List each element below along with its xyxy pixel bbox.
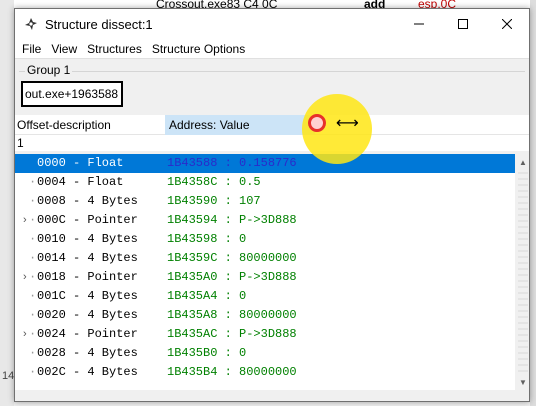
title-bar[interactable]: Structure dissect:1 (15, 9, 529, 39)
menu-view[interactable]: View (46, 39, 82, 59)
row-description: 0020 - 4 Bytes (37, 308, 138, 322)
structure-name-row[interactable]: 1 (15, 135, 529, 151)
resize-cursor-icon: ⟷ (336, 113, 359, 132)
structure-row[interactable]: · 002C - 4 Bytes 1B435B4 : 80000000 (15, 363, 515, 382)
close-button[interactable] (485, 9, 529, 39)
header-offset-description[interactable]: Offset-description (17, 118, 111, 132)
tree-connector: · (29, 289, 37, 303)
structure-row[interactable]: · 0010 - 4 Bytes 1B43598 : 0 (15, 230, 515, 249)
background-right-panel (530, 0, 536, 406)
row-description: 0008 - 4 Bytes (37, 194, 138, 208)
tree-connector: · (29, 232, 37, 246)
structure-dissect-window: Structure dissect:1 File View Structures… (14, 8, 530, 402)
maximize-icon (458, 19, 468, 29)
row-value: 1B43590 : 107 (167, 194, 261, 208)
minimize-icon (414, 23, 424, 25)
tree-connector: · (29, 175, 37, 189)
row-description: 0028 - 4 Bytes (37, 346, 138, 360)
structure-row[interactable]: 0000 - Float 1B43588 : 0.158776 (15, 154, 515, 173)
menu-file[interactable]: File (17, 39, 46, 59)
background-left-panel: 14 (0, 0, 14, 406)
row-description: 0024 - Pointer (37, 327, 138, 341)
structure-row[interactable]: · 0008 - 4 Bytes 1B43590 : 107 (15, 192, 515, 211)
row-value: 1B435B4 : 80000000 (167, 365, 297, 379)
expand-chevron-icon[interactable]: › (23, 325, 33, 344)
row-value: 1B435B0 : 0 (167, 346, 247, 360)
group-panel: Group 1 out.exe+1963588 (15, 59, 529, 115)
row-description: 0004 - Float (37, 175, 124, 189)
row-value: 1B435A8 : 80000000 (167, 308, 297, 322)
row-description: 000C - Pointer (37, 213, 138, 227)
tree-connector: · (29, 194, 37, 208)
row-value: 1B4358C : 0.5 (167, 175, 261, 189)
column-header: Offset-description Address: Value (15, 115, 529, 135)
row-description: 002C - 4 Bytes (37, 365, 138, 379)
tree-connector: · (29, 346, 37, 360)
vertical-scrollbar[interactable]: ▲ ▼ (515, 154, 529, 390)
group-label: Group 1 (25, 63, 73, 77)
scroll-down-icon[interactable]: ▼ (515, 374, 529, 390)
structure-row[interactable]: · 0004 - Float 1B4358C : 0.5 (15, 173, 515, 192)
cheat-engine-icon (23, 16, 39, 32)
row-value: 1B43594 : P->3D888 (167, 213, 297, 227)
row-value: 1B43588 : 0.158776 (167, 156, 297, 170)
menu-structure-options[interactable]: Structure Options (147, 39, 250, 59)
structure-row[interactable]: · 0014 - 4 Bytes 1B4359C : 80000000 (15, 249, 515, 268)
menu-bar: File View Structures Structure Options (15, 39, 529, 59)
expand-chevron-icon[interactable]: › (23, 211, 33, 230)
tree-connector: · (29, 308, 37, 322)
scroll-up-icon[interactable]: ▲ (515, 154, 529, 170)
structure-tree[interactable]: 0000 - Float 1B43588 : 0.158776 · 0004 - Fl… (15, 154, 515, 390)
close-icon (502, 19, 512, 29)
structure-row[interactable]: · › 0024 - Pointer 1B435AC : P->3D888 (15, 325, 515, 344)
row-value: 1B435AC : P->3D888 (167, 327, 297, 341)
row-description: 0014 - 4 Bytes (37, 251, 138, 265)
scroll-track[interactable] (518, 172, 528, 372)
row-description: 0010 - 4 Bytes (37, 232, 138, 246)
row-description: 001C - 4 Bytes (37, 289, 138, 303)
tree-connector: · (29, 251, 37, 265)
structure-row[interactable]: · 0028 - 4 Bytes 1B435B0 : 0 (15, 344, 515, 363)
row-description: 0000 - Float (37, 156, 124, 170)
header-address-value[interactable]: Address: Value (165, 115, 315, 135)
address-input[interactable]: out.exe+1963588 (21, 81, 123, 107)
structure-row[interactable]: · 001C - 4 Bytes 1B435A4 : 0 (15, 287, 515, 306)
structure-row[interactable]: · 0020 - 4 Bytes 1B435A8 : 80000000 (15, 306, 515, 325)
structure-row[interactable]: · › 000C - Pointer 1B43594 : P->3D888 (15, 211, 515, 230)
row-value: 1B43598 : 0 (167, 232, 247, 246)
click-indicator-icon (308, 114, 326, 132)
window-title: Structure dissect:1 (45, 16, 153, 32)
row-value: 1B4359C : 80000000 (167, 251, 297, 265)
maximize-button[interactable] (441, 9, 485, 39)
row-value: 1B435A0 : P->3D888 (167, 270, 297, 284)
row-description: 0018 - Pointer (37, 270, 138, 284)
menu-structures[interactable]: Structures (82, 39, 147, 59)
tree-connector: · (29, 365, 37, 379)
row-value: 1B435A4 : 0 (167, 289, 247, 303)
background-text: 14 (2, 370, 15, 382)
expand-chevron-icon[interactable]: › (23, 268, 33, 287)
structure-row[interactable]: · › 0018 - Pointer 1B435A0 : P->3D888 (15, 268, 515, 287)
minimize-button[interactable] (397, 9, 441, 39)
